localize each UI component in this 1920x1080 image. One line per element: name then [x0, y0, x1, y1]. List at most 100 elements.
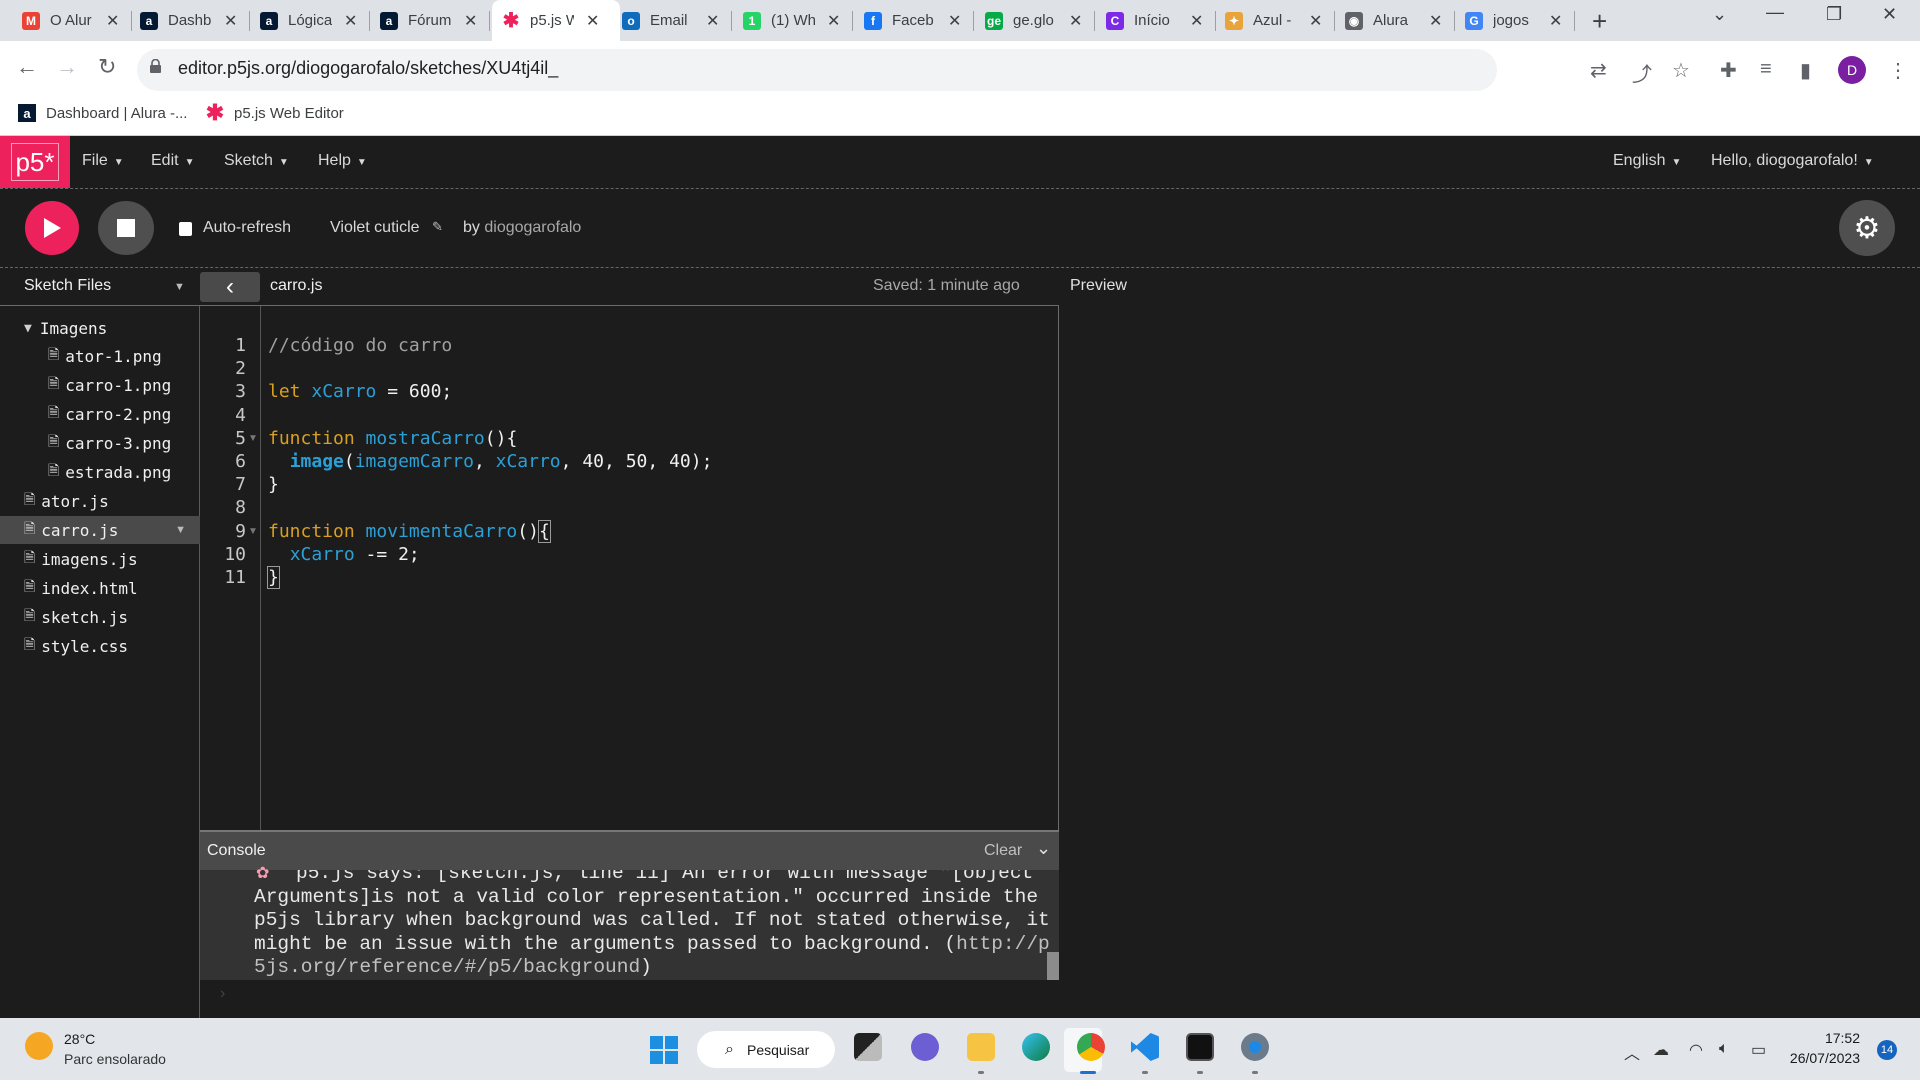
code-line[interactable]: } — [267, 566, 280, 589]
clock-time[interactable]: 17:52 — [1780, 1030, 1860, 1046]
file-item[interactable]: 🗎︎ sketch.js — [0, 603, 200, 631]
file-item[interactable]: 🗎︎ carro-2.png — [0, 400, 200, 428]
browser-tab[interactable]: ✦ Azul - ✕ — [1215, 0, 1335, 41]
close-tab-icon[interactable]: ✕ — [464, 11, 477, 31]
media-control-icon[interactable]: ≡ — [1760, 58, 1772, 81]
restore-button[interactable]: ❐ — [1826, 4, 1842, 25]
menu-help[interactable]: Help ▼ — [318, 152, 367, 170]
translate-icon[interactable]: ⇄ — [1590, 58, 1607, 83]
start-button[interactable] — [650, 1036, 678, 1064]
code-line[interactable]: image(imagemCarro, xCarro, 40, 50, 40); — [268, 450, 713, 473]
browser-tab[interactable]: ✱ p5.js W ✕ — [492, 0, 620, 41]
settings-app-icon[interactable] — [1241, 1033, 1269, 1061]
code-line[interactable]: xCarro -= 2; — [268, 543, 420, 566]
browser-tab[interactable]: 1 (1) Wh ✕ — [733, 0, 853, 41]
browser-tab[interactable]: ◉ Alura ✕ — [1335, 0, 1455, 41]
close-tab-icon[interactable]: ✕ — [344, 11, 357, 31]
file-options-caret-icon[interactable]: ▼ — [175, 524, 186, 536]
notification-badge[interactable]: 14 — [1877, 1040, 1897, 1060]
new-tab-button[interactable]: + — [1592, 6, 1607, 37]
file-item[interactable]: 🗎︎ ator-1.png — [0, 342, 200, 370]
close-tab-icon[interactable]: ✕ — [1190, 11, 1203, 31]
close-tab-icon[interactable]: ✕ — [1429, 11, 1442, 31]
minimize-button[interactable]: — — [1766, 2, 1784, 23]
profile-avatar[interactable]: D — [1838, 56, 1866, 84]
edit-pencil-icon[interactable]: ✎ — [432, 219, 443, 235]
task-view-icon[interactable] — [854, 1033, 882, 1061]
file-item[interactable]: 🗎︎ style.css — [0, 632, 200, 660]
menu-sketch[interactable]: Sketch ▼ — [224, 152, 289, 170]
file-item[interactable]: 🗎︎ carro-1.png — [0, 371, 200, 399]
back-button[interactable]: ← — [16, 54, 38, 80]
close-tab-icon[interactable]: ✕ — [1069, 11, 1082, 31]
browser-tab[interactable]: a Lógica ✕ — [250, 0, 370, 41]
volume-icon[interactable]: 🔈︎ — [1719, 1040, 1729, 1058]
sketch-files-menu-caret-icon[interactable]: ▼ — [174, 281, 185, 293]
extensions-icon[interactable]: ✚ — [1720, 58, 1737, 83]
collapse-sidebar-button[interactable]: ‹ — [200, 272, 260, 302]
forward-button[interactable]: → — [56, 54, 78, 80]
browser-tab[interactable]: ge ge.glo ✕ — [975, 0, 1095, 41]
browser-tab[interactable]: M O Alur ✕ — [12, 0, 132, 41]
browser-tab[interactable]: C Início ✕ — [1096, 0, 1216, 41]
close-tab-icon[interactable]: ✕ — [586, 11, 599, 31]
close-tab-icon[interactable]: ✕ — [1549, 11, 1562, 31]
console-collapse-chevron-icon[interactable]: ⌄ — [1036, 838, 1051, 859]
code-line[interactable]: function mostraCarro(){ — [268, 427, 517, 450]
browser-tab[interactable]: f Faceb ✕ — [854, 0, 974, 41]
browser-tab[interactable]: a Dashb ✕ — [130, 0, 250, 41]
chrome-icon[interactable] — [1077, 1033, 1105, 1061]
chrome-menu-icon[interactable]: ⋮ — [1888, 58, 1908, 83]
file-item[interactable]: 🗎︎ estrada.png — [0, 458, 200, 486]
weather-partly-sunny-icon[interactable] — [25, 1032, 53, 1060]
file-explorer-icon[interactable] — [967, 1033, 995, 1061]
edge-icon[interactable] — [1022, 1033, 1050, 1061]
show-hidden-icons-chevron[interactable]: ︿ — [1624, 1040, 1640, 1064]
code-line[interactable]: } — [268, 473, 279, 496]
file-item[interactable]: 🗎︎ carro-3.png — [0, 429, 200, 457]
clock-date[interactable]: 26/07/2023 — [1780, 1050, 1860, 1066]
folder-imagens[interactable]: ▼ Imagens — [0, 314, 200, 342]
stop-button[interactable] — [98, 201, 154, 255]
file-item[interactable]: 🗎︎ carro.js ▼ — [0, 516, 200, 544]
share-icon[interactable]: ⤴ — [1632, 58, 1652, 87]
browser-tab[interactable]: o Email ✕ — [612, 0, 732, 41]
browser-tab[interactable]: Gjogos ✕ — [1455, 0, 1575, 41]
code-line[interactable]: function movimentaCarro(){ — [268, 519, 551, 543]
code-line[interactable]: let xCarro = 600; — [268, 380, 452, 403]
close-window-button[interactable]: ✕ — [1882, 4, 1897, 25]
file-item[interactable]: 🗎︎ imagens.js — [0, 545, 200, 573]
code-line[interactable]: //código do carro — [268, 334, 452, 357]
settings-gear-button[interactable]: ⚙ — [1839, 200, 1895, 256]
bookmark-alura-dashboard[interactable]: a Dashboard | Alura -... — [18, 104, 187, 122]
bookmark-p5-editor[interactable]: ✱ p5.js Web Editor — [206, 100, 344, 125]
console-input[interactable] — [200, 980, 1059, 1018]
url-text[interactable]: editor.p5js.org/diogogarofalo/sketches/X… — [178, 58, 558, 79]
onedrive-icon[interactable]: ☁ — [1653, 1040, 1669, 1060]
close-tab-icon[interactable]: ✕ — [1309, 11, 1322, 31]
terminal-icon[interactable] — [1186, 1033, 1214, 1061]
side-panel-icon[interactable]: ▮ — [1800, 58, 1811, 83]
wifi-icon[interactable]: ◠ — [1689, 1040, 1703, 1060]
browser-tab[interactable]: a Fórum ✕ — [370, 0, 490, 41]
close-tab-icon[interactable]: ✕ — [948, 11, 961, 31]
file-item[interactable]: 🗎︎ index.html — [0, 574, 200, 602]
weather-temperature[interactable]: 28°C — [64, 1031, 95, 1047]
console-scrollbar[interactable] — [1047, 952, 1059, 980]
user-menu[interactable]: Hello, diogogarofalo! ▼ — [1711, 152, 1874, 170]
menu-file[interactable]: File ▼ — [82, 152, 124, 170]
play-button[interactable] — [25, 201, 79, 255]
file-item[interactable]: 🗎︎ ator.js — [0, 487, 200, 515]
close-tab-icon[interactable]: ✕ — [224, 11, 237, 31]
console-clear-button[interactable]: Clear — [984, 842, 1022, 860]
taskbar-search[interactable]: ⌕ Pesquisar — [697, 1031, 835, 1068]
p5-logo[interactable]: p5* — [0, 136, 70, 188]
close-tab-icon[interactable]: ✕ — [827, 11, 840, 31]
auto-refresh-checkbox[interactable] — [179, 222, 192, 236]
author-link[interactable]: diogogarofalo — [484, 219, 581, 236]
weather-condition[interactable]: Parc ensolarado — [64, 1051, 166, 1067]
close-tab-icon[interactable]: ✕ — [106, 11, 119, 31]
teams-chat-icon[interactable] — [911, 1033, 939, 1061]
tab-search-chevron-icon[interactable]: ⌄ — [1712, 4, 1727, 25]
battery-icon[interactable]: ▭ — [1751, 1040, 1766, 1060]
